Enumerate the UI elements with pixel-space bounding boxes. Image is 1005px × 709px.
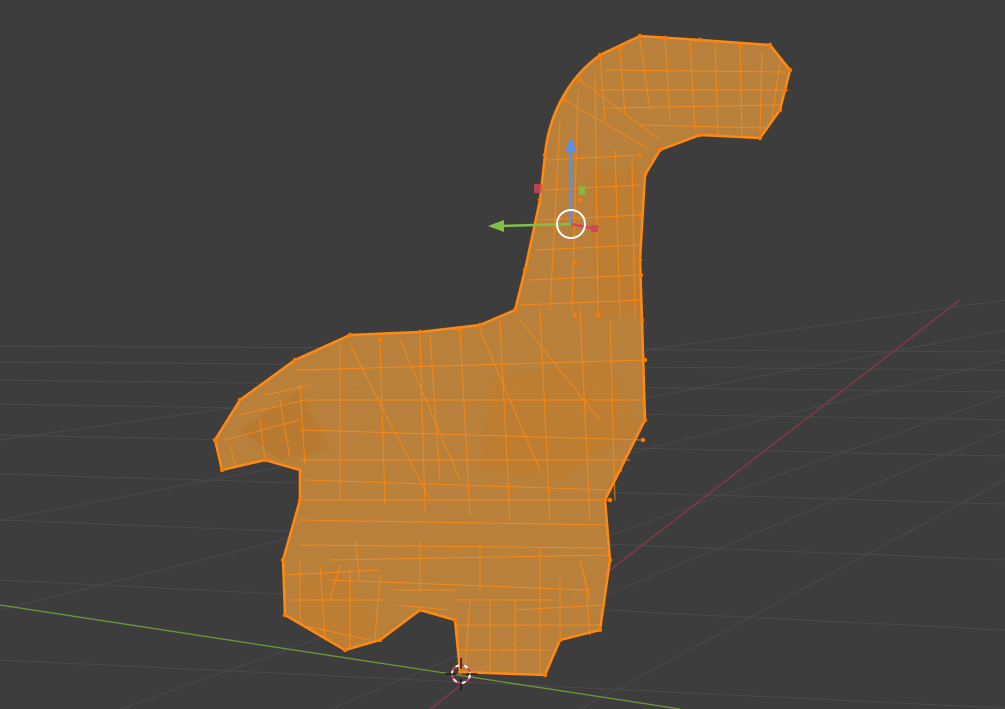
mesh-body-fill <box>213 34 792 677</box>
dinosaur-mesh[interactable] <box>212 33 793 678</box>
3d-viewport[interactable] <box>0 0 1005 709</box>
gizmo-y-arrow-icon[interactable] <box>488 220 504 232</box>
viewport-canvas[interactable] <box>0 0 1005 709</box>
gizmo-xz-plane-icon[interactable] <box>579 186 585 195</box>
gizmo-yz-plane-icon[interactable] <box>534 184 542 193</box>
gizmo-x-handle-icon[interactable] <box>591 225 598 232</box>
